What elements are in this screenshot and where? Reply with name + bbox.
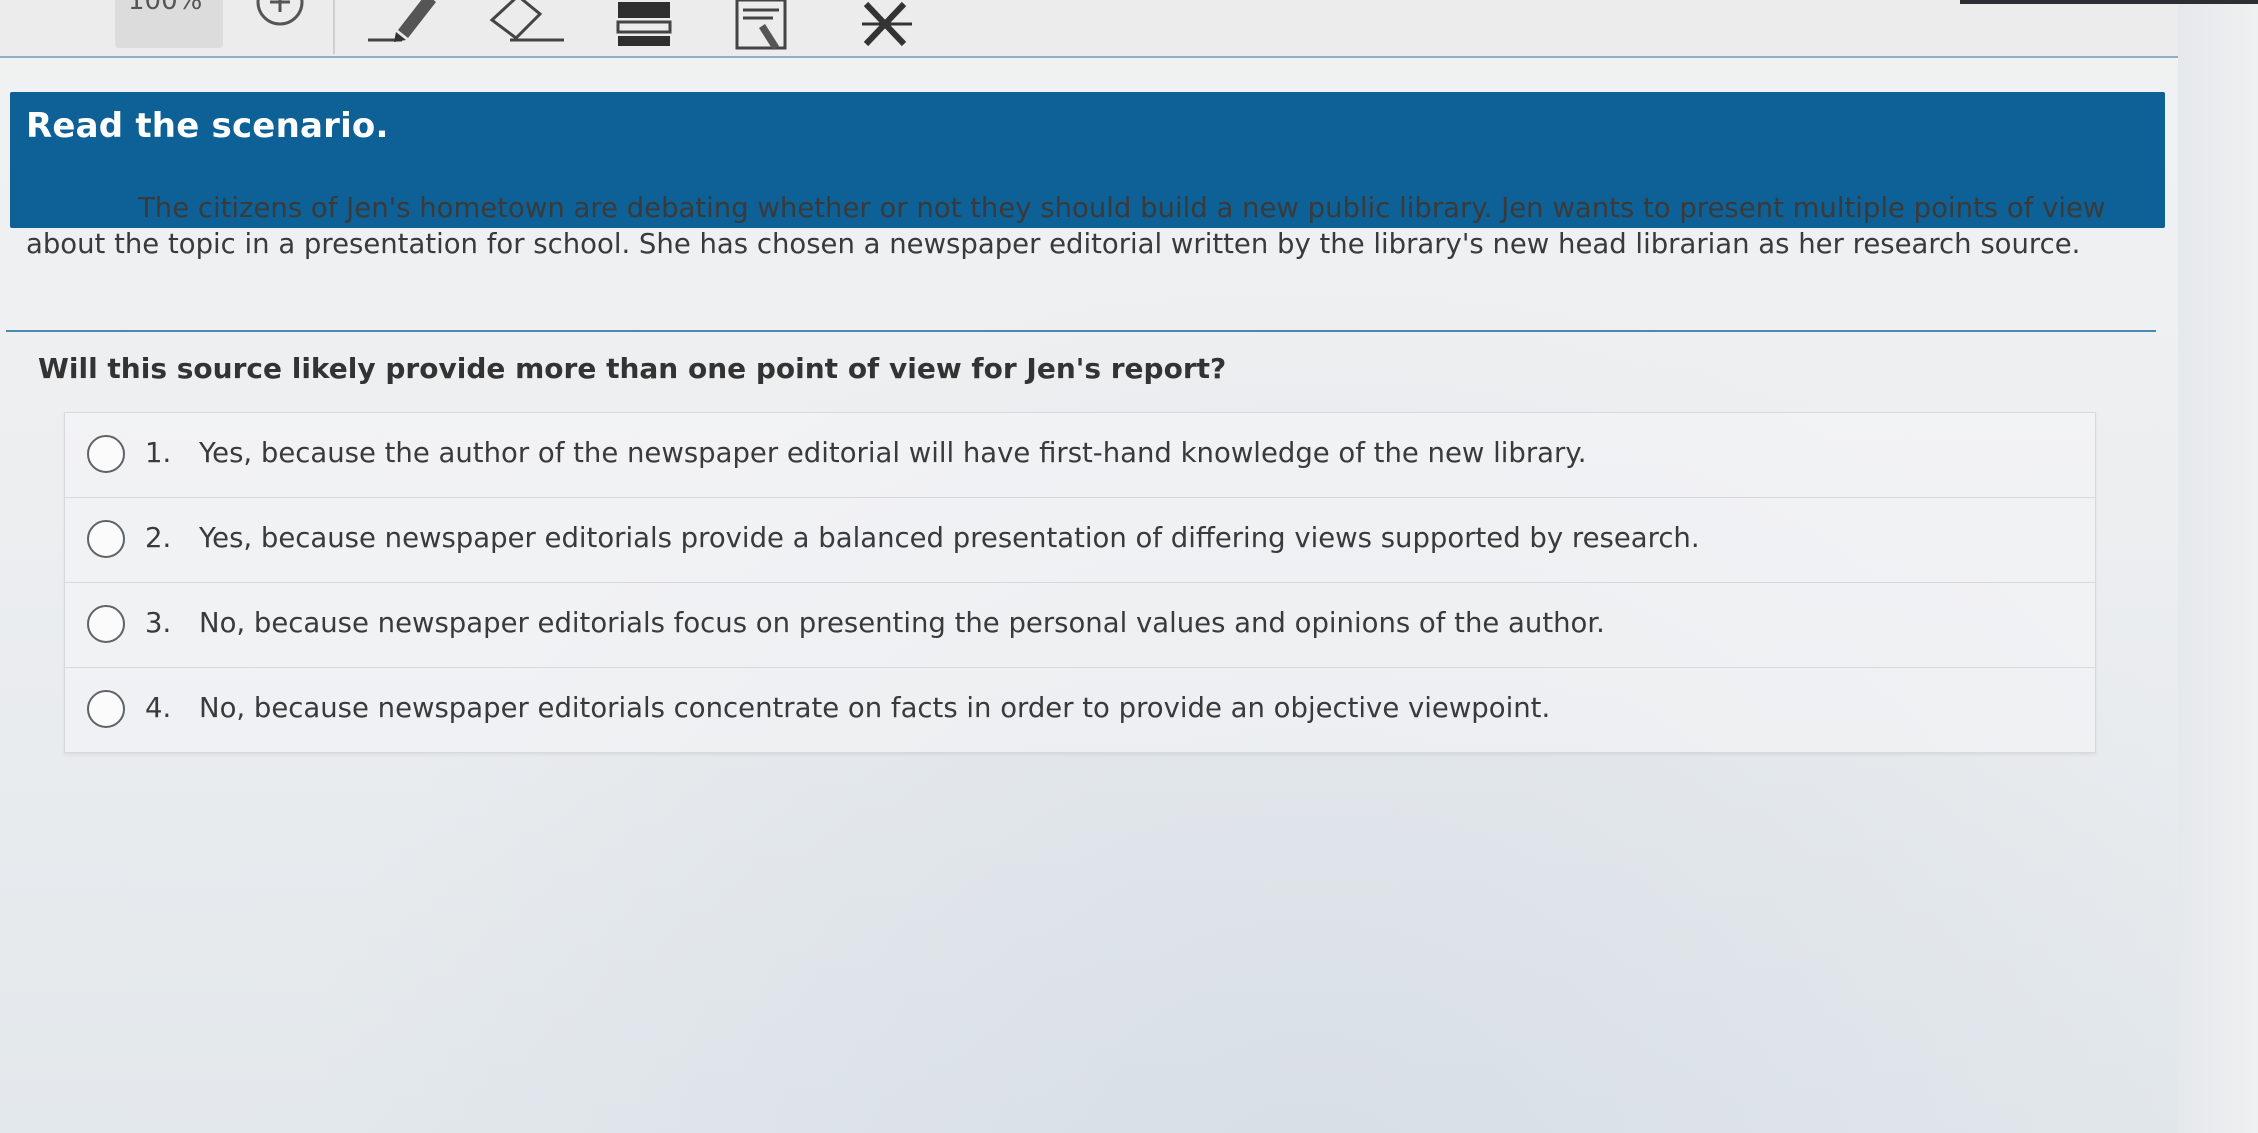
option-number: 2. — [145, 522, 172, 554]
radio-button[interactable] — [87, 605, 125, 643]
option-number: 4. — [145, 692, 172, 724]
scenario-divider — [6, 330, 2156, 332]
eraser-icon[interactable] — [488, 0, 568, 50]
option-number: 3. — [145, 607, 172, 639]
notepad-icon[interactable] — [733, 0, 793, 50]
option-number: 1. — [145, 437, 172, 469]
answer-option-label: 4. No, because newspaper editorials conce… — [145, 692, 1550, 724]
answer-option-3[interactable]: 3. No, because newspaper editorials focus… — [65, 583, 2095, 668]
highlighter-icon[interactable] — [360, 0, 440, 50]
scenario-text: The citizens of Jen's hometown are debat… — [26, 192, 2106, 260]
option-text: No, because newspaper editorials focus o… — [199, 607, 1605, 639]
answer-option-2[interactable]: 2. Yes, because newspaper editorials prov… — [65, 498, 2095, 583]
line-reader-icon[interactable] — [616, 0, 672, 50]
toolbar: 100% — [0, 0, 2258, 58]
strikethrough-icon[interactable] — [860, 0, 916, 50]
radio-button[interactable] — [87, 520, 125, 558]
radio-button[interactable] — [87, 435, 125, 473]
right-panel — [2178, 4, 2258, 1133]
zoom-in-icon[interactable] — [250, 0, 310, 50]
option-text: Yes, because the author of the newspaper… — [199, 437, 1587, 469]
option-text: No, because newspaper editorials concent… — [199, 692, 1551, 724]
answer-option-label: 1. Yes, because the author of the newspap… — [145, 437, 1586, 469]
option-text: Yes, because newspaper editorials provid… — [199, 522, 1700, 554]
toolbar-separator — [333, 0, 335, 54]
answer-option-label: 3. No, because newspaper editorials focus… — [145, 607, 1605, 639]
zoom-level: 100% — [128, 0, 203, 16]
answer-option-1[interactable]: 1. Yes, because the author of the newspap… — [65, 413, 2095, 498]
scenario-title: Read the scenario. — [26, 106, 389, 146]
answer-option-label: 2. Yes, because newspaper editorials prov… — [145, 522, 1700, 554]
question-prompt: Will this source likely provide more tha… — [38, 352, 1227, 385]
radio-button[interactable] — [87, 690, 125, 728]
answer-options: 1. Yes, because the author of the newspap… — [64, 412, 2096, 753]
answer-option-4[interactable]: 4. No, because newspaper editorials conce… — [65, 668, 2095, 752]
